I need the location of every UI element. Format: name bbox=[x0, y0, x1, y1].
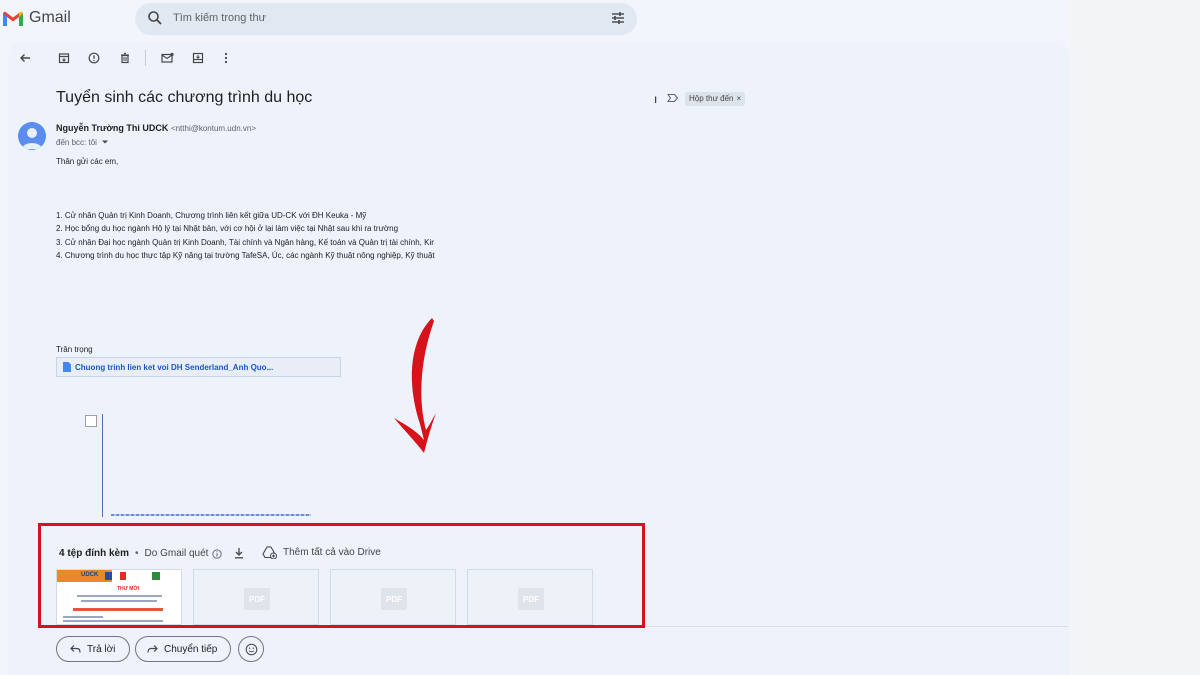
email-subject: Tuyển sinh các chương trình du học bbox=[56, 89, 313, 106]
inbox-label-chip[interactable]: Hộp thư đến × bbox=[685, 92, 746, 106]
greeting-text: Thân gửi các em, bbox=[56, 157, 119, 166]
program-item-3: 3. Cử nhân Đại học ngành Quản trị Kinh D… bbox=[56, 238, 434, 247]
search-bar[interactable]: Tìm kiếm trong thư bbox=[135, 3, 637, 35]
sender-avatar[interactable] bbox=[18, 122, 46, 150]
gmail-logo[interactable]: Gmail bbox=[3, 9, 71, 27]
reply-icon bbox=[70, 645, 81, 653]
forward-icon bbox=[147, 645, 158, 653]
attachments-highlight-box bbox=[38, 523, 645, 628]
email-toolbar bbox=[8, 42, 648, 72]
search-icon[interactable] bbox=[147, 10, 163, 26]
program-item-2: 2. Học bổng du học ngành Hộ lý tại Nhật … bbox=[56, 224, 399, 233]
closing-text: Trân trọng bbox=[56, 345, 93, 354]
program-item-1: 1. Cử nhân Quản trị Kinh Doanh, Chương t… bbox=[56, 211, 367, 220]
reply-button[interactable]: Trả lời bbox=[56, 636, 130, 662]
important-marker-icon[interactable] bbox=[667, 93, 679, 103]
side-panel-gutter bbox=[1070, 0, 1200, 675]
move-to-icon[interactable] bbox=[190, 50, 206, 66]
emoji-reaction-button[interactable] bbox=[238, 636, 264, 662]
recipient-details-chevron-icon[interactable] bbox=[101, 139, 109, 145]
sender-name[interactable]: Nguyễn Trường Thi UDCK bbox=[56, 123, 168, 133]
drive-file-name: Chuong trinh lien ket voi DH Senderland_… bbox=[75, 362, 274, 372]
forward-label: Chuyển tiếp bbox=[164, 643, 218, 655]
back-arrow-icon[interactable] bbox=[17, 50, 33, 66]
toolbar-divider bbox=[145, 50, 146, 66]
inbox-label-text: Hộp thư đến bbox=[689, 94, 734, 103]
more-vert-icon[interactable] bbox=[218, 50, 234, 66]
recipient-text: đến bcc: tôi bbox=[56, 138, 97, 147]
search-options-icon[interactable] bbox=[611, 11, 625, 25]
archive-icon[interactable] bbox=[56, 50, 72, 66]
red-annotation-arrow-icon bbox=[394, 318, 436, 453]
sender-line: Nguyễn Trường Thi UDCK <ntthi@kontum.udn… bbox=[56, 123, 256, 133]
top-bar: Gmail Tìm kiếm trong thư bbox=[0, 0, 1070, 40]
broken-image-icon bbox=[85, 415, 97, 427]
reply-label: Trả lời bbox=[87, 643, 116, 655]
remove-label-button[interactable]: × bbox=[737, 94, 742, 103]
quote-divider bbox=[102, 414, 103, 517]
person-icon bbox=[22, 128, 42, 149]
recipient-line[interactable]: đến bcc: tôi bbox=[56, 138, 109, 147]
gmail-m-icon bbox=[3, 11, 23, 26]
smiley-icon bbox=[245, 643, 257, 655]
subject-overflow-text: ı bbox=[654, 92, 658, 106]
mark-unread-icon[interactable] bbox=[159, 50, 175, 66]
sender-email: <ntthi@kontum.udn.vn> bbox=[170, 124, 256, 133]
program-item-4: 4. Chương trình du học thực tập Kỹ năng … bbox=[56, 251, 435, 260]
forward-button[interactable]: Chuyển tiếp bbox=[135, 636, 231, 662]
report-spam-icon[interactable] bbox=[86, 50, 102, 66]
delete-icon[interactable] bbox=[117, 50, 133, 66]
search-placeholder[interactable]: Tìm kiếm trong thư bbox=[173, 12, 266, 24]
drive-file-link[interactable]: Chuong trinh lien ket voi DH Senderland_… bbox=[56, 357, 341, 377]
faded-link-line bbox=[111, 514, 311, 516]
document-icon bbox=[63, 362, 71, 372]
brand-name: Gmail bbox=[29, 9, 71, 26]
